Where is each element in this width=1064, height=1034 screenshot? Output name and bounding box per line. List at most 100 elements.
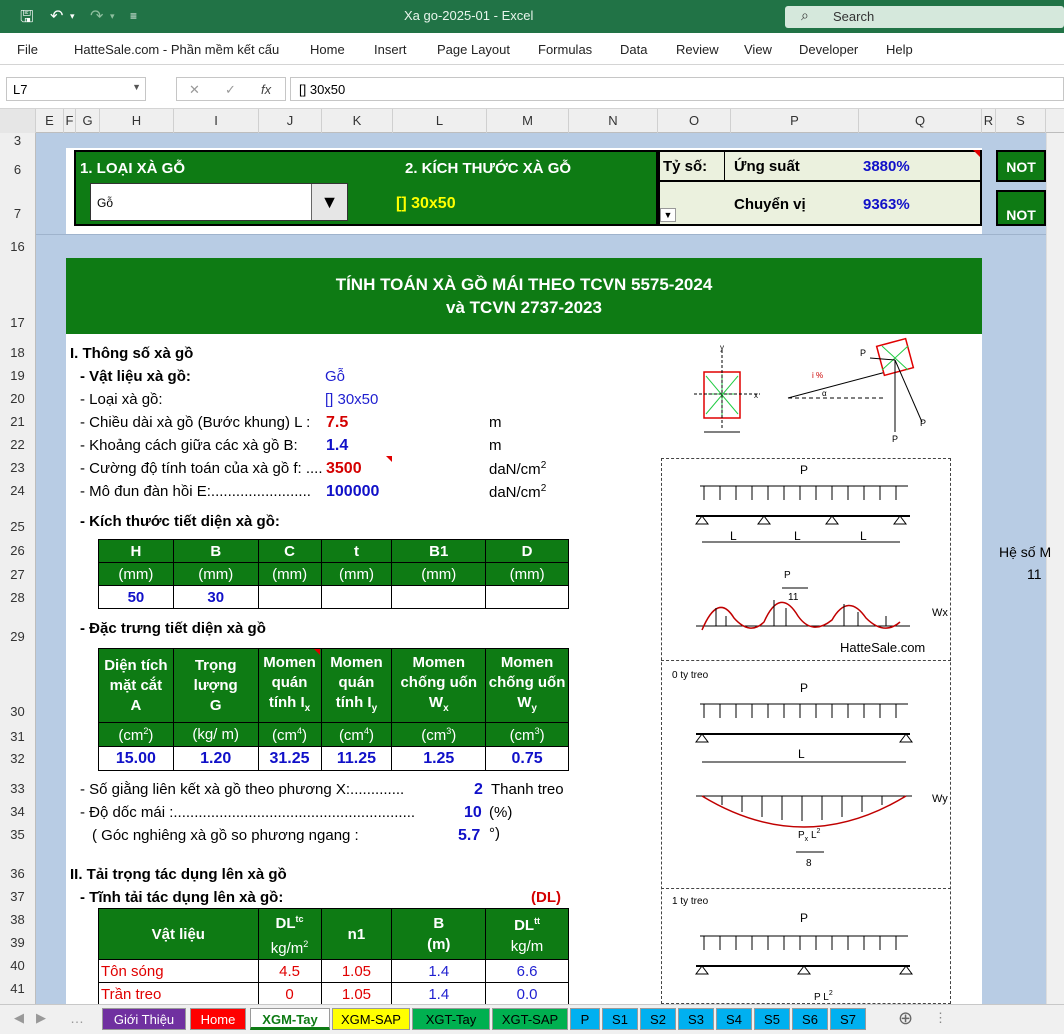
prev-sheet-icon[interactable]: ◀	[14, 1010, 24, 1026]
load-row-dltc[interactable]: 0	[257, 982, 322, 1006]
row-header[interactable]: 24	[0, 483, 35, 498]
col-header-I[interactable]: I	[174, 109, 259, 133]
tab-hattesale[interactable]: HatteSale.com - Phần mềm kết cấu	[74, 42, 279, 57]
tab-developer[interactable]: Developer	[799, 42, 858, 57]
row-header[interactable]: 35	[0, 827, 35, 842]
row-header[interactable]: 30	[0, 704, 35, 719]
dims-value-H[interactable]: 50	[98, 585, 174, 609]
tab-insert[interactable]: Insert	[374, 42, 407, 57]
chevron-down-icon[interactable]: ▼	[660, 208, 676, 222]
sheet-tab-s4[interactable]: S4	[716, 1008, 752, 1030]
sheet-tab-s3[interactable]: S3	[678, 1008, 714, 1030]
row-header[interactable]: 3	[0, 133, 35, 148]
vertical-scrollbar[interactable]	[1046, 133, 1064, 1004]
select-all-corner[interactable]	[0, 109, 36, 133]
row-header[interactable]: 6	[0, 162, 35, 177]
row-header[interactable]: 36	[0, 866, 35, 881]
tab-formulas[interactable]: Formulas	[538, 42, 592, 57]
col-header-F[interactable]: F	[64, 109, 76, 133]
col-header-S[interactable]: S	[996, 109, 1046, 133]
row-header[interactable]: 21	[0, 414, 35, 429]
row-header[interactable]: 41	[0, 981, 35, 996]
row-header[interactable]: 34	[0, 804, 35, 819]
row-header[interactable]: 31	[0, 729, 35, 744]
dims-value-t[interactable]	[320, 585, 393, 609]
dims-value-B1[interactable]	[391, 585, 487, 609]
cancel-icon[interactable]: ✕	[189, 82, 200, 98]
enter-icon[interactable]: ✓	[225, 82, 236, 98]
save-icon[interactable]: 🖫	[20, 6, 34, 33]
sheet-tab-p[interactable]: P	[570, 1008, 600, 1030]
col-header-P[interactable]: P	[731, 109, 859, 133]
col-header-Q[interactable]: Q	[859, 109, 982, 133]
undo-dropdown-icon[interactable]: ▾	[70, 11, 75, 22]
tab-data[interactable]: Data	[620, 42, 647, 57]
row-header[interactable]: 40	[0, 958, 35, 973]
type-dropdown[interactable]: Gỗ ▼	[90, 183, 348, 221]
tab-view[interactable]: View	[744, 42, 772, 57]
tab-file[interactable]: File	[17, 42, 38, 57]
tab-home[interactable]: Home	[310, 42, 345, 57]
customize-qat-icon[interactable]: ≡	[130, 9, 137, 23]
row-header[interactable]: 19	[0, 368, 35, 383]
row-header[interactable]: 23	[0, 460, 35, 475]
chevron-down-icon[interactable]: ▼	[311, 184, 347, 220]
row-header[interactable]: 16	[0, 239, 35, 254]
more-sheets-icon[interactable]: …	[70, 1010, 84, 1026]
sheet-tab-s6[interactable]: S6	[792, 1008, 828, 1030]
sheet-tab-s7[interactable]: S7	[830, 1008, 866, 1030]
formula-input[interactable]: [] 30x50	[290, 77, 1064, 101]
col-header-L[interactable]: L	[393, 109, 487, 133]
row-header[interactable]: 37	[0, 889, 35, 904]
row-header[interactable]: 7	[0, 206, 35, 221]
row-header[interactable]: 38	[0, 912, 35, 927]
col-header-M[interactable]: M	[487, 109, 569, 133]
row-header[interactable]: 29	[0, 629, 35, 644]
chevron-down-icon[interactable]: ▼	[132, 82, 141, 92]
load-row-dltc[interactable]: 4.5	[257, 959, 322, 983]
redo-dropdown-icon[interactable]: ▾	[110, 11, 115, 22]
row-header[interactable]: 25	[0, 519, 35, 534]
sheet-tab-xgm-sap[interactable]: XGM-SAP	[332, 1008, 410, 1030]
next-sheet-icon[interactable]: ▶	[36, 1010, 46, 1026]
function-icon[interactable]: fx	[261, 82, 271, 97]
tab-review[interactable]: Review	[676, 42, 719, 57]
col-header-J[interactable]: J	[259, 109, 322, 133]
col-header-O[interactable]: O	[658, 109, 731, 133]
row-header[interactable]: 26	[0, 543, 35, 558]
col-header-G[interactable]: G	[76, 109, 100, 133]
tab-page-layout[interactable]: Page Layout	[437, 42, 510, 57]
undo-icon[interactable]: ↶	[50, 6, 63, 26]
row-header[interactable]: 22	[0, 437, 35, 452]
col-header-H[interactable]: H	[100, 109, 174, 133]
row-header[interactable]: 28	[0, 590, 35, 605]
dims-value-B[interactable]: 30	[172, 585, 259, 609]
row-header[interactable]: 18	[0, 345, 35, 360]
col-header-K[interactable]: K	[322, 109, 393, 133]
tab-help[interactable]: Help	[886, 42, 913, 57]
redo-icon[interactable]: ↷	[90, 6, 103, 26]
sheet-tab-s2[interactable]: S2	[640, 1008, 676, 1030]
sheet-tab-home[interactable]: Home	[190, 1008, 246, 1030]
row-header[interactable]: 27	[0, 567, 35, 582]
col-header-R[interactable]: R	[982, 109, 996, 133]
col-header-E[interactable]: E	[36, 109, 64, 133]
row-header[interactable]: 20	[0, 391, 35, 406]
row-header[interactable]: 32	[0, 751, 35, 766]
dims-value-D[interactable]	[485, 585, 569, 609]
col-header-N[interactable]: N	[569, 109, 658, 133]
tabs-more-icon[interactable]: ⋮	[934, 1010, 947, 1026]
sheet-tab-gioi-thieu[interactable]: Giới Thiệu	[102, 1008, 186, 1030]
sheet-tab-xgm-tay[interactable]: XGM-Tay	[250, 1008, 330, 1030]
add-sheet-icon[interactable]: ⊕	[898, 1008, 913, 1029]
name-box[interactable]: L7 ▼	[6, 77, 146, 101]
sheet-tab-s1[interactable]: S1	[602, 1008, 638, 1030]
search-box[interactable]: ⌕ Search	[785, 6, 1064, 28]
dims-value-C[interactable]	[257, 585, 322, 609]
row-header[interactable]: 17	[0, 315, 35, 330]
sheet-tab-xgt-sap[interactable]: XGT-SAP	[492, 1008, 568, 1030]
row-header[interactable]: 39	[0, 935, 35, 950]
sheet-tab-s5[interactable]: S5	[754, 1008, 790, 1030]
row-header[interactable]: 33	[0, 781, 35, 796]
sheet-tab-xgt-tay[interactable]: XGT-Tay	[412, 1008, 490, 1030]
